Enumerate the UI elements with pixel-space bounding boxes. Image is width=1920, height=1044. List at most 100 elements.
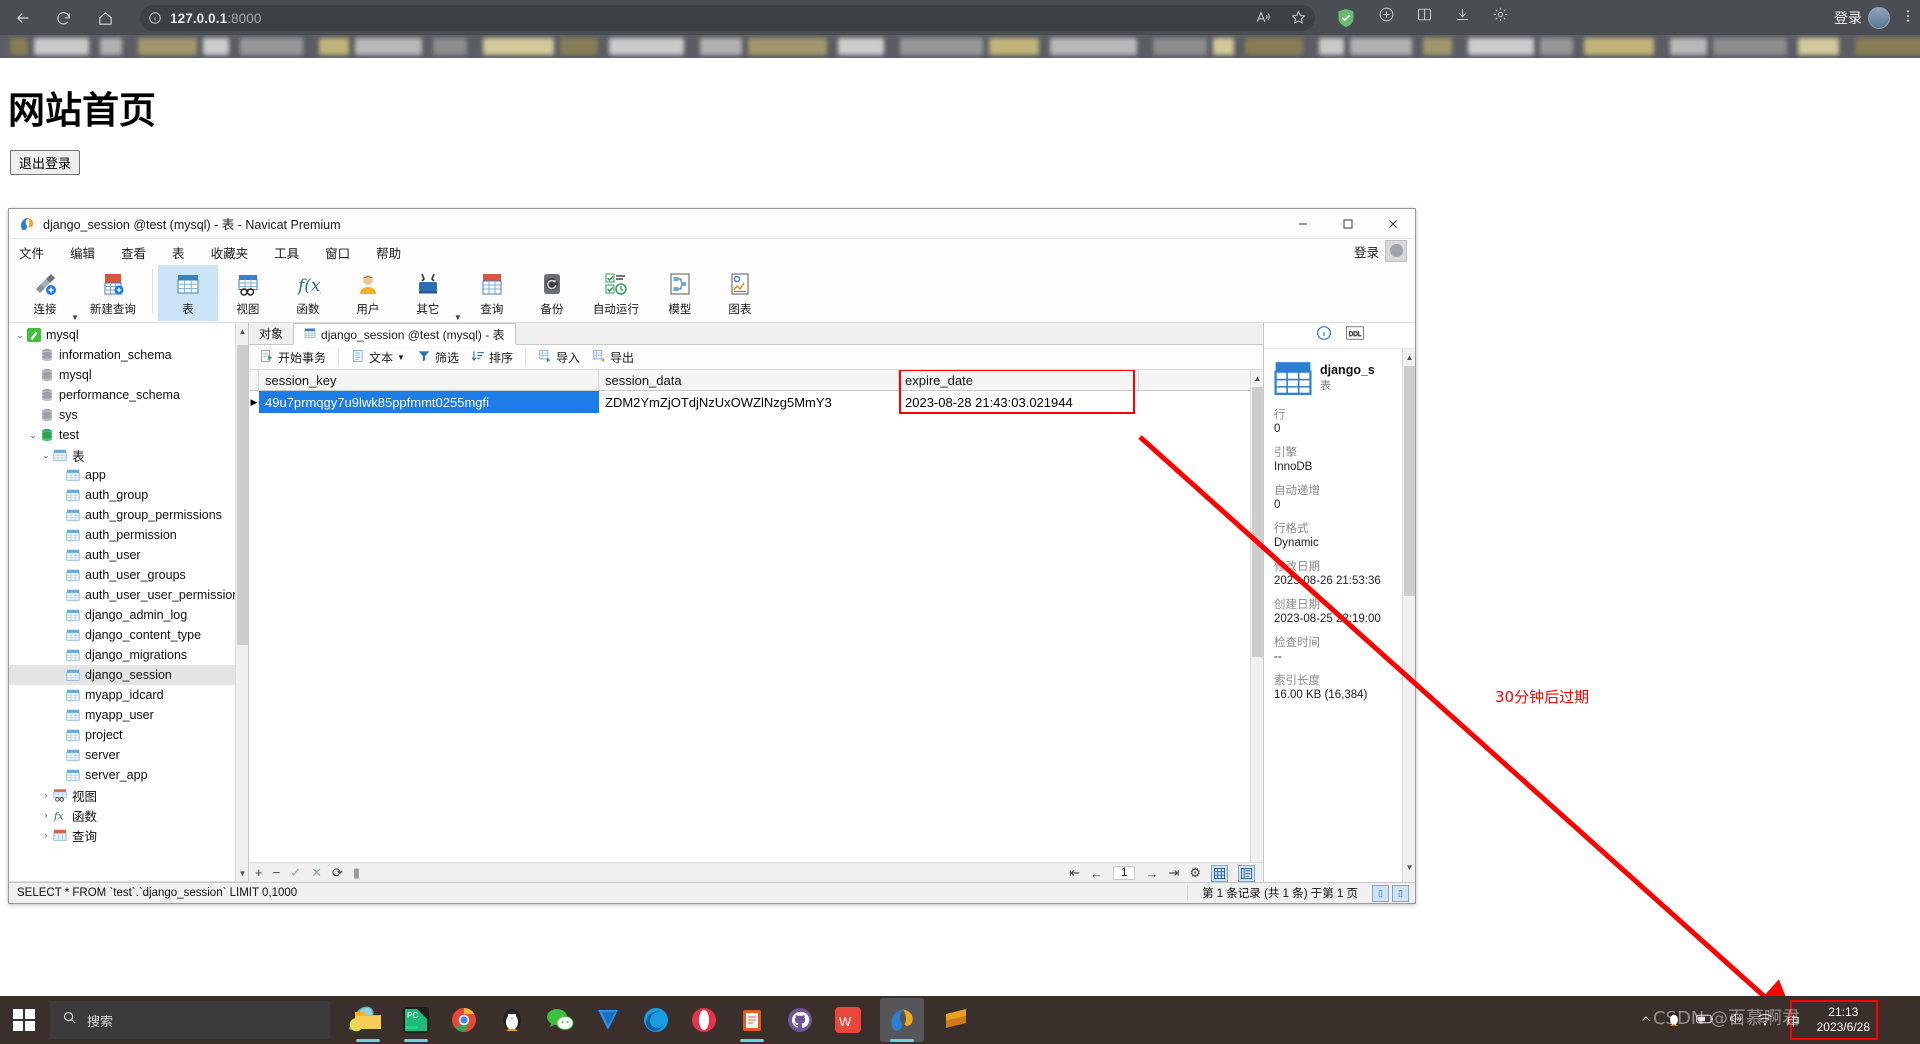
show-right-pane-toggle[interactable]: ▯ bbox=[1392, 884, 1409, 902]
bookmark-item-blurred[interactable] bbox=[240, 38, 303, 55]
tab-django-session-table[interactable]: django_session @test (mysql) - 表 bbox=[293, 323, 516, 345]
edge-icon[interactable] bbox=[640, 1004, 672, 1036]
bookmark-item-blurred[interactable] bbox=[10, 38, 28, 55]
tree-item-django_admin_log[interactable]: django_admin_log bbox=[9, 605, 248, 625]
column-header-expire-date[interactable]: expire_date bbox=[899, 370, 1139, 390]
qq-icon[interactable] bbox=[496, 1004, 528, 1036]
chevron-right-icon[interactable]: › bbox=[39, 790, 53, 800]
column-header-session-data[interactable]: session_data bbox=[599, 370, 899, 390]
github-icon[interactable] bbox=[784, 1004, 816, 1036]
bookmark-item-blurred[interactable] bbox=[1319, 38, 1344, 55]
chrome-icon[interactable] bbox=[448, 1004, 480, 1036]
scroll-up-arrow-icon[interactable]: ▲ bbox=[1403, 349, 1415, 365]
toolbar-chart[interactable]: 图表 bbox=[710, 265, 770, 321]
bookmark-item-blurred[interactable] bbox=[1245, 38, 1303, 55]
bookmark-item-blurred[interactable] bbox=[34, 38, 89, 55]
menu-view[interactable]: 查看 bbox=[121, 243, 146, 262]
close-button[interactable] bbox=[1370, 209, 1415, 239]
bookmark-item-blurred[interactable] bbox=[1713, 38, 1787, 55]
form-view-icon[interactable] bbox=[1238, 864, 1255, 882]
table-row[interactable]: ▶ 49u7prmqgy7u9lwk85ppfmmt0255mgfi ZDM2Y… bbox=[249, 391, 1250, 413]
bookmark-item-blurred[interactable] bbox=[1153, 38, 1207, 55]
tree-item-视图[interactable]: › 视图 bbox=[9, 785, 248, 805]
import-button[interactable]: 导入 bbox=[533, 348, 585, 367]
menu-tools[interactable]: 工具 bbox=[274, 243, 299, 262]
tree-item-sys[interactable]: sys bbox=[9, 405, 248, 425]
pycharm-icon[interactable]: PC bbox=[400, 1004, 432, 1042]
tree-item-表[interactable]: ⌄ 表 bbox=[9, 445, 248, 465]
tree-item-mysql[interactable]: mysql bbox=[9, 365, 248, 385]
navicat-icon[interactable] bbox=[880, 998, 924, 1042]
opera-icon[interactable] bbox=[688, 1004, 720, 1036]
file-explorer-icon[interactable] bbox=[352, 1004, 384, 1042]
tree-item-auth_user_groups[interactable]: auth_user_groups bbox=[9, 565, 248, 585]
bookmark-item-blurred[interactable] bbox=[1855, 38, 1920, 55]
tree-item-django_session[interactable]: django_session bbox=[9, 665, 248, 685]
scroll-up-arrow-icon[interactable]: ▲ bbox=[1251, 370, 1263, 386]
gear-icon[interactable]: ⚙ bbox=[1189, 865, 1201, 881]
tree-item-myapp_user[interactable]: myapp_user bbox=[9, 705, 248, 725]
tree-vertical-scrollbar[interactable]: ▲ ▼ bbox=[235, 323, 248, 897]
show-left-pane-toggle[interactable]: ▯ bbox=[1372, 884, 1389, 902]
filter-button[interactable]: 筛选 bbox=[412, 348, 464, 367]
bookmark-item-blurred[interactable] bbox=[1050, 38, 1137, 55]
tree-item-project[interactable]: project bbox=[9, 725, 248, 745]
star-icon[interactable] bbox=[1290, 9, 1307, 31]
toolbar-connection[interactable]: 连接 bbox=[15, 265, 75, 321]
apply-changes-button[interactable]: ✓ bbox=[290, 865, 301, 881]
chevron-down-icon[interactable]: ▼ bbox=[454, 313, 462, 322]
menu-favorites[interactable]: 收藏夹 bbox=[211, 243, 249, 262]
browser-settings-icon[interactable] bbox=[1492, 6, 1509, 28]
logout-button[interactable]: 退出登录 bbox=[10, 150, 81, 175]
ddl-icon[interactable]: DDL bbox=[1345, 326, 1364, 345]
maximize-button[interactable] bbox=[1325, 209, 1370, 239]
tree-item-函数[interactable]: › fx 函数 bbox=[9, 805, 248, 825]
scrollbar-thumb[interactable] bbox=[1404, 366, 1415, 596]
bookmark-item-blurred[interactable] bbox=[1798, 38, 1839, 55]
menu-window[interactable]: 窗口 bbox=[325, 243, 350, 262]
cell-session-key[interactable]: 49u7prmqgy7u9lwk85ppfmmt0255mgfi bbox=[259, 391, 599, 413]
tree-item-django_migrations[interactable]: django_migrations bbox=[9, 645, 248, 665]
next-page-button[interactable]: → bbox=[1145, 866, 1158, 881]
chevron-right-icon[interactable]: › bbox=[39, 830, 53, 840]
tree-item-auth_user_user_permission[interactable]: auth_user_user_permission bbox=[9, 585, 248, 605]
split-screen-icon[interactable] bbox=[1416, 6, 1433, 28]
toolbar-function[interactable]: f(x) 函数 bbox=[278, 265, 338, 321]
taskbar-search-box[interactable]: 搜索 bbox=[50, 1001, 330, 1039]
scroll-down-arrow-icon[interactable]: ▼ bbox=[1403, 859, 1415, 875]
tree-item-django_content_type[interactable]: django_content_type bbox=[9, 625, 248, 645]
chevron-down-icon[interactable]: ▼ bbox=[397, 353, 405, 362]
last-page-button[interactable]: ⇥ bbox=[1168, 865, 1179, 881]
back-arrow-icon[interactable] bbox=[8, 3, 38, 33]
tree-item-auth_permission[interactable]: auth_permission bbox=[9, 525, 248, 545]
bookmark-item-blurred[interactable] bbox=[433, 38, 467, 55]
browser-more-button[interactable] bbox=[1900, 8, 1916, 27]
add-record-button[interactable]: + bbox=[255, 865, 263, 880]
bookmark-item-blurred[interactable] bbox=[1584, 38, 1654, 55]
bookmark-item-blurred[interactable] bbox=[1540, 38, 1573, 55]
bookmark-item-blurred[interactable] bbox=[609, 38, 684, 55]
windows-start-icon[interactable] bbox=[8, 1004, 40, 1036]
toolbar-user[interactable]: 用户 bbox=[338, 265, 398, 321]
menu-file[interactable]: 文件 bbox=[19, 243, 44, 262]
tree-item-auth_user[interactable]: auth_user bbox=[9, 545, 248, 565]
tree-item-auth_group[interactable]: auth_group bbox=[9, 485, 248, 505]
bookmark-item-blurred[interactable] bbox=[100, 38, 122, 55]
tree-item-查询[interactable]: › 查询 bbox=[9, 825, 248, 845]
text-button[interactable]: 文本 ▼ bbox=[346, 348, 410, 367]
home-icon[interactable] bbox=[90, 3, 120, 33]
bookmark-item-blurred[interactable] bbox=[1213, 38, 1234, 55]
bookmark-item-blurred[interactable] bbox=[700, 38, 742, 55]
chevron-right-icon[interactable]: › bbox=[39, 810, 53, 820]
toolbar-model[interactable]: 模型 bbox=[650, 265, 710, 321]
cell-session-data[interactable]: ZDM2YmZjOTdjNzUxOWZlNzg5MmY3 bbox=[599, 391, 899, 413]
grid-view-icon[interactable] bbox=[1211, 864, 1228, 882]
toolbar-other[interactable]: 其它 bbox=[398, 265, 458, 321]
wechat-icon[interactable] bbox=[544, 1004, 576, 1036]
download-icon[interactable] bbox=[1454, 6, 1471, 28]
bookmark-item-blurred[interactable] bbox=[1468, 38, 1534, 55]
chevron-down-icon[interactable]: ⌄ bbox=[39, 450, 53, 461]
begin-transaction-button[interactable]: 开始事务 bbox=[255, 348, 331, 367]
toolbar-table[interactable]: 表 bbox=[157, 265, 218, 321]
refresh-button[interactable]: ⟳ bbox=[332, 865, 343, 881]
